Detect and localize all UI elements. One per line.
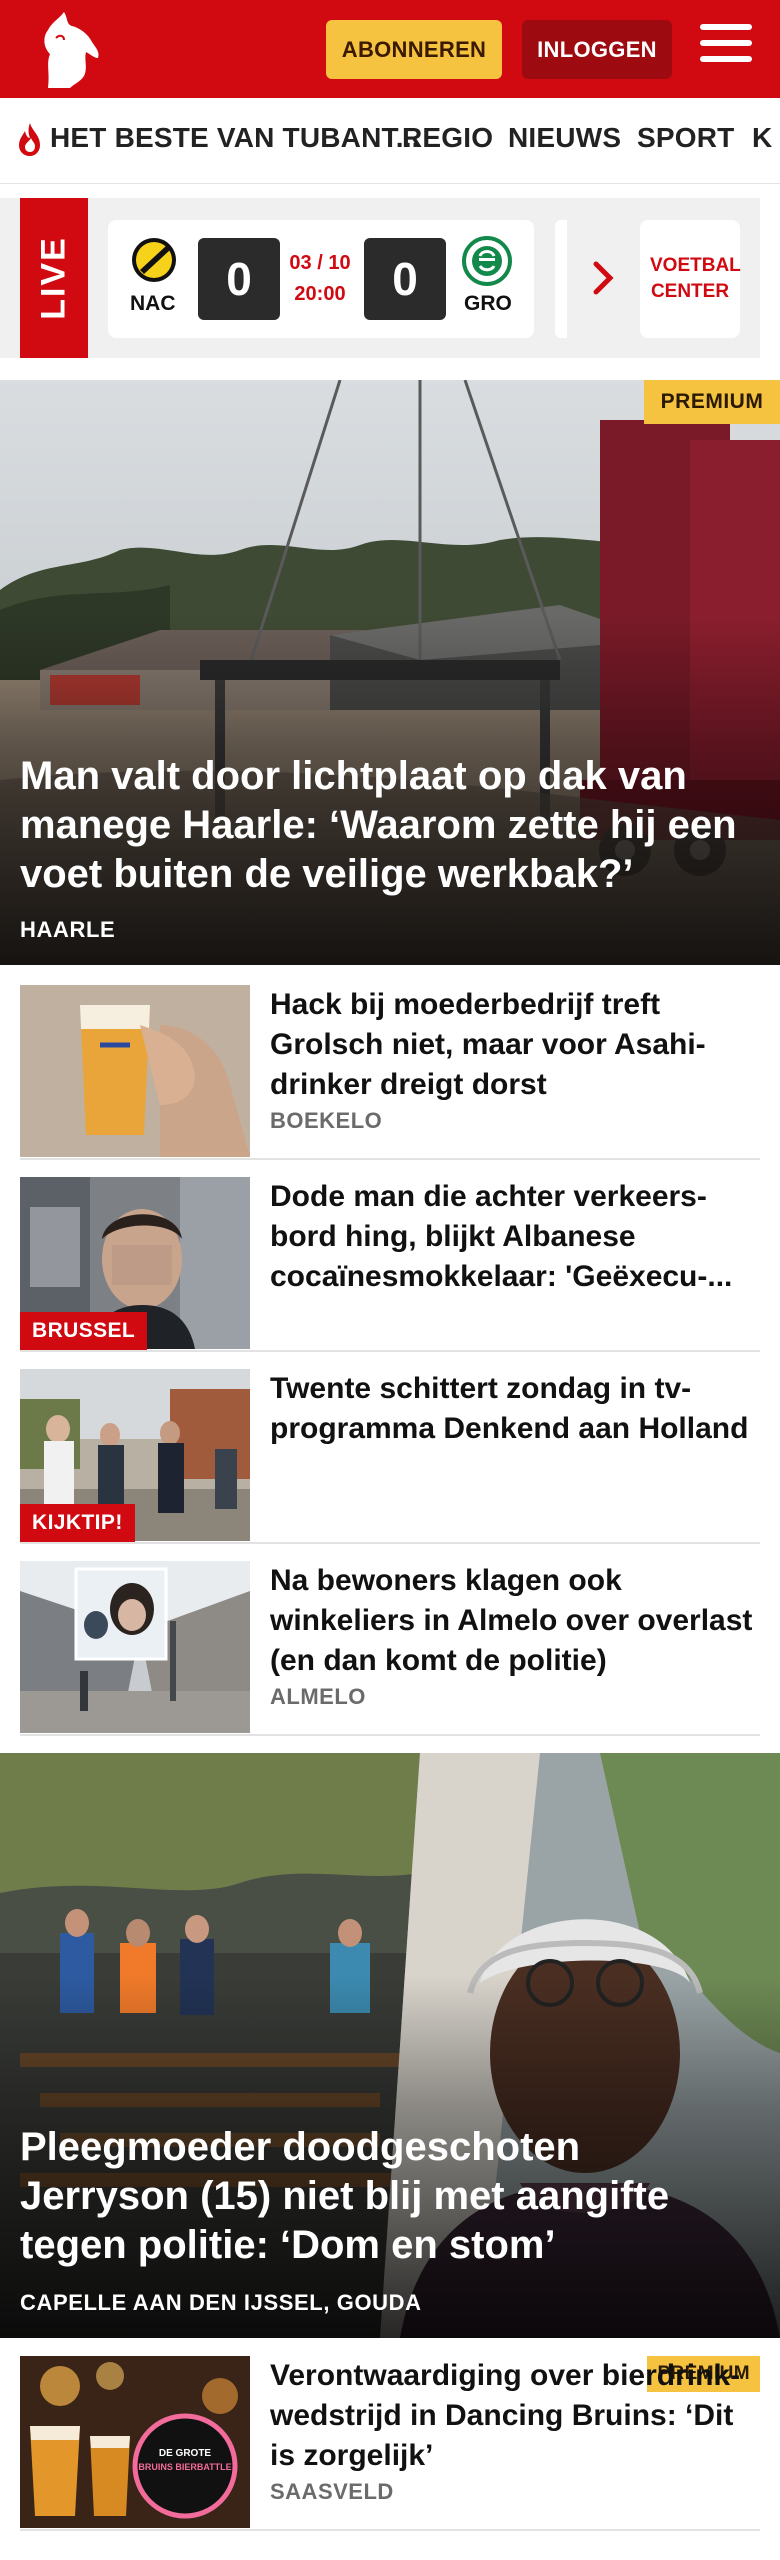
hamburger-menu-icon[interactable] xyxy=(700,24,752,72)
match-card[interactable]: NAC 0 03 / 10 20:00 0 GRO xyxy=(108,220,534,338)
article-item[interactable]: BRUSSEL Dode man die achter verkeers­bor… xyxy=(20,1177,760,1352)
hero-article[interactable]: PREMIUM Man valt door lichtplaat op dak … xyxy=(0,380,780,965)
match-date: 03 / 10 xyxy=(289,252,351,274)
groningen-crest-icon xyxy=(462,236,512,286)
article-location: ALMELO xyxy=(270,1684,366,1709)
article-item[interactable]: Hack bij moederbedrijf treft Grolsch nie… xyxy=(20,985,760,1160)
article-thumbnail xyxy=(20,1561,250,1733)
match-time: 20:00 xyxy=(294,283,346,305)
section-nav: HET BESTE VAN TUBANT... REGIO NIEUWS SPO… xyxy=(0,98,780,184)
nav-item-regio[interactable]: REGIO xyxy=(402,122,493,154)
horse-logo-icon[interactable] xyxy=(34,8,106,92)
live-label: LIVE xyxy=(20,198,88,358)
article-title[interactable]: Verontwaardiging over bierdrink­wedstrij… xyxy=(270,2356,760,2476)
article-thumbnail: DE GROTE BRUINS BIERBATTLE xyxy=(20,2356,250,2528)
voetbal-center-link[interactable]: VOETBAL CENTER xyxy=(640,220,741,338)
hero-title[interactable]: Man valt door lichtplaat op dak van mane… xyxy=(20,752,760,899)
kijktip-tag: KIJKTIP! xyxy=(20,1504,135,1542)
hero-location: HAARLE xyxy=(20,917,116,942)
article-location: BOEKELO xyxy=(270,1108,383,1133)
article-title[interactable]: Na bewoners klagen ook winkeliers in Alm… xyxy=(270,1561,760,1681)
home-score: 0 xyxy=(198,238,280,320)
hero-article-2[interactable]: Pleegmoeder doodgeschoten Jerryson (15) … xyxy=(0,1753,780,2338)
article-location: SAASVELD xyxy=(270,2479,394,2504)
hero2-location: CAPELLE AAN DEN IJSSEL, GOUDA xyxy=(20,2290,422,2315)
article-item-premium[interactable]: DE GROTE BRUINS BIERBATTLE PREMIUM Veron… xyxy=(20,2356,760,2531)
beer-glass-image xyxy=(20,985,250,1157)
article-item[interactable]: Na bewoners klagen ook winkeliers in Alm… xyxy=(20,1561,760,1736)
chevron-right-icon[interactable] xyxy=(590,258,618,298)
nav-item-nieuws[interactable]: NIEUWS xyxy=(508,122,621,154)
away-score: 0 xyxy=(364,238,446,320)
login-button[interactable]: INLOGGEN xyxy=(522,20,672,79)
away-team-name: GRO xyxy=(464,292,512,315)
nav-item-sport[interactable]: SPORT xyxy=(637,122,734,154)
article-item[interactable]: KIJKTIP! Twente schittert zondag in tv-p… xyxy=(20,1369,760,1544)
subscribe-button[interactable]: ABONNEREN xyxy=(326,20,502,79)
nav-item-best-of[interactable]: HET BESTE VAN TUBANT... xyxy=(50,122,420,154)
svg-text:BRUINS BIERBATTLE: BRUINS BIERBATTLE xyxy=(138,2462,231,2472)
top-header-bar: ABONNEREN INLOGGEN xyxy=(0,0,780,98)
beer-battle-logo-text: DE GROTE xyxy=(159,2448,212,2459)
match-datetime: 03 / 10 20:00 xyxy=(278,248,362,310)
premium-badge: PREMIUM xyxy=(644,380,780,424)
article-title[interactable]: Dode man die achter verkeers­bord hing, … xyxy=(270,1177,760,1297)
nav-item-truncated[interactable]: K xyxy=(752,122,772,154)
next-match-card-edge[interactable] xyxy=(555,220,567,338)
article-title[interactable]: Hack bij moederbedrijf treft Grolsch nie… xyxy=(270,985,760,1105)
home-team-name: NAC xyxy=(130,292,176,315)
region-tag: BRUSSEL xyxy=(20,1312,148,1350)
article-thumbnail xyxy=(20,985,250,1157)
shopping-street-image xyxy=(20,1561,250,1733)
live-scores-bar: LIVE NAC 0 03 / 10 20:00 0 GRO VOETBAL C… xyxy=(0,198,760,358)
flame-icon xyxy=(19,123,40,156)
article-title[interactable]: Twente schittert zondag in tv-programma … xyxy=(270,1369,760,1449)
hero2-title[interactable]: Pleegmoeder doodgeschoten Jerryson (15) … xyxy=(20,2123,760,2270)
nac-crest-icon xyxy=(132,238,176,282)
beer-battle-image: DE GROTE BRUINS BIERBATTLE xyxy=(20,2356,250,2528)
